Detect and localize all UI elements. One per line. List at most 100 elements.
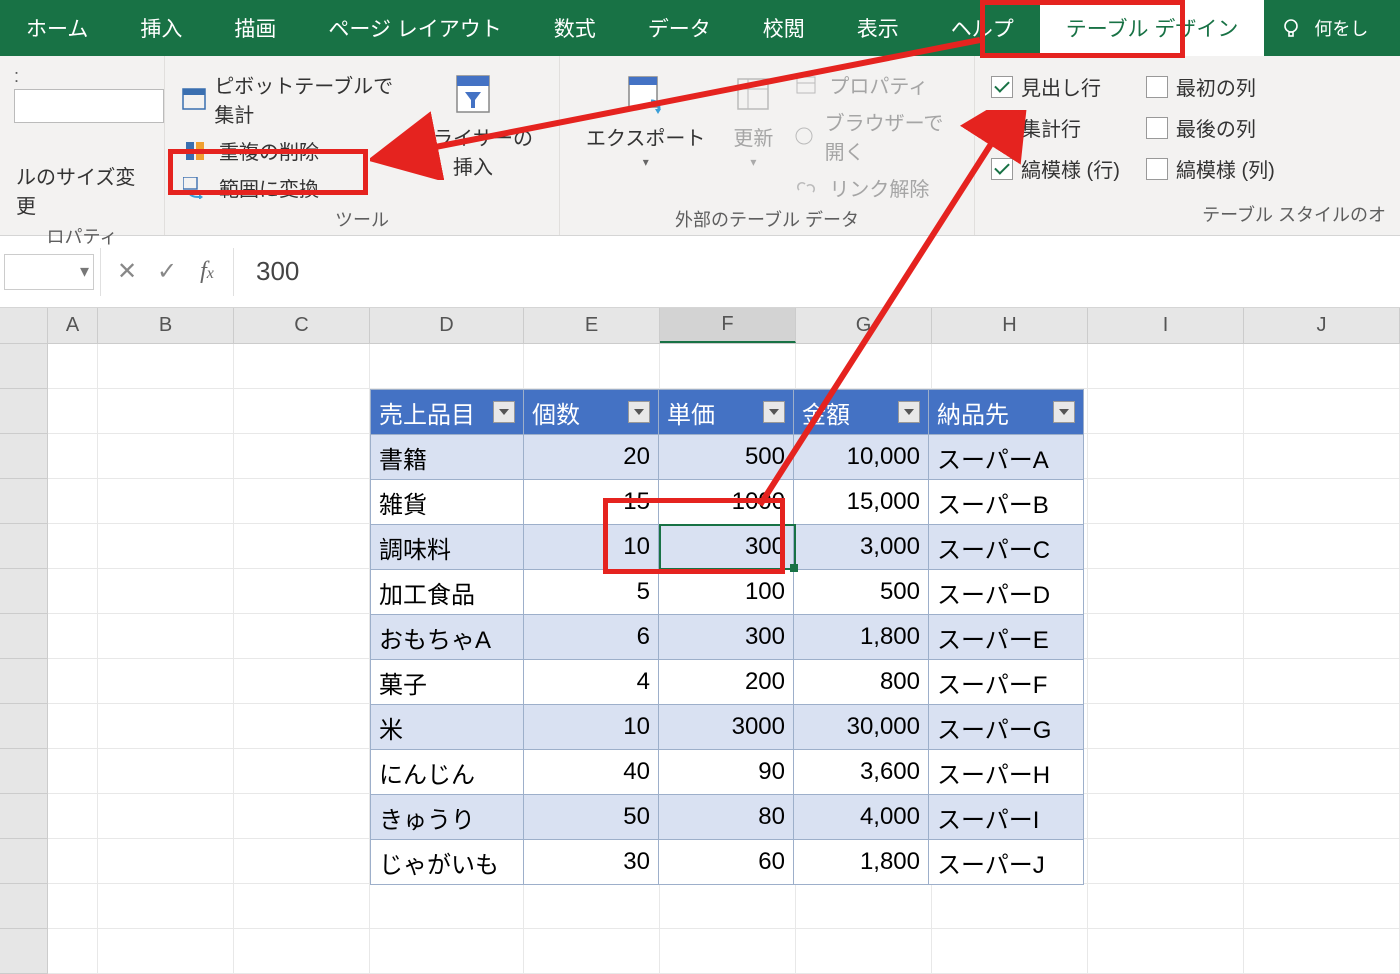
table-cell[interactable]: 800 bbox=[793, 659, 929, 705]
tab-home[interactable]: ホーム bbox=[0, 0, 114, 56]
col-header-C[interactable]: C bbox=[234, 308, 370, 343]
row-header[interactable] bbox=[0, 659, 48, 704]
table-cell[interactable]: 5 bbox=[523, 569, 659, 615]
cell[interactable] bbox=[370, 884, 524, 929]
table-cell[interactable]: スーパーJ bbox=[928, 839, 1084, 885]
row-header[interactable] bbox=[0, 929, 48, 974]
cell[interactable] bbox=[932, 929, 1088, 974]
cell[interactable] bbox=[234, 794, 370, 839]
row-header[interactable] bbox=[0, 749, 48, 794]
row-header[interactable] bbox=[0, 479, 48, 524]
table-cell[interactable]: 4,000 bbox=[793, 794, 929, 840]
table-cell[interactable]: 3,600 bbox=[793, 749, 929, 795]
export-button[interactable]: エクスポート ▾ bbox=[574, 66, 717, 206]
cell[interactable] bbox=[48, 704, 98, 749]
opt-banded-cols[interactable]: 縞模様 (列) bbox=[1144, 148, 1277, 189]
table-cell[interactable]: スーパーI bbox=[928, 794, 1084, 840]
cell[interactable] bbox=[98, 614, 234, 659]
table-cell[interactable]: おもちゃA bbox=[370, 614, 524, 660]
tab-draw[interactable]: 描画 bbox=[208, 0, 302, 56]
row-header[interactable] bbox=[0, 389, 48, 434]
cell[interactable] bbox=[48, 434, 98, 479]
cell[interactable] bbox=[234, 344, 370, 389]
cell[interactable] bbox=[98, 659, 234, 704]
cell[interactable] bbox=[98, 344, 234, 389]
table-cell[interactable]: 300 bbox=[658, 524, 794, 570]
table-cell[interactable]: スーパーC bbox=[928, 524, 1084, 570]
table-cell[interactable]: 20 bbox=[523, 434, 659, 480]
table-cell[interactable]: スーパーE bbox=[928, 614, 1084, 660]
cell[interactable] bbox=[48, 794, 98, 839]
cell[interactable] bbox=[932, 884, 1088, 929]
cell[interactable] bbox=[1088, 659, 1244, 704]
table-cell[interactable]: 1,800 bbox=[793, 839, 929, 885]
col-header-H[interactable]: H bbox=[932, 308, 1088, 343]
row-header[interactable] bbox=[0, 344, 48, 389]
col-header-E[interactable]: E bbox=[524, 308, 660, 343]
cell[interactable] bbox=[1244, 749, 1400, 794]
cell[interactable] bbox=[98, 389, 234, 434]
cell[interactable] bbox=[1088, 839, 1244, 884]
cell[interactable] bbox=[48, 659, 98, 704]
cell[interactable] bbox=[234, 884, 370, 929]
cell[interactable] bbox=[1244, 479, 1400, 524]
table-header[interactable]: 個数 bbox=[523, 389, 659, 435]
cell[interactable] bbox=[1088, 929, 1244, 974]
select-all-corner[interactable] bbox=[0, 308, 48, 343]
cell[interactable] bbox=[48, 569, 98, 614]
table-name-input[interactable] bbox=[14, 89, 164, 123]
table-cell[interactable]: 雑貨 bbox=[370, 479, 524, 525]
cell[interactable] bbox=[48, 839, 98, 884]
cell[interactable] bbox=[234, 929, 370, 974]
cell[interactable] bbox=[1244, 929, 1400, 974]
cell[interactable] bbox=[370, 344, 524, 389]
cell[interactable] bbox=[932, 344, 1088, 389]
cancel-formula[interactable]: ✕ bbox=[107, 257, 147, 286]
col-header-G[interactable]: G bbox=[796, 308, 932, 343]
tell-me[interactable]: 何をし bbox=[1264, 15, 1382, 41]
summarize-pivot[interactable]: ピボットテーブルで集計 bbox=[179, 66, 401, 132]
cell[interactable] bbox=[234, 839, 370, 884]
table-header[interactable]: 単価 bbox=[658, 389, 794, 435]
table-cell[interactable]: 3000 bbox=[658, 704, 794, 750]
cell[interactable] bbox=[48, 749, 98, 794]
table-cell[interactable]: 40 bbox=[523, 749, 659, 795]
cell[interactable] bbox=[98, 704, 234, 749]
cell[interactable] bbox=[1088, 614, 1244, 659]
name-box[interactable]: ▾ bbox=[4, 254, 94, 290]
table-header[interactable]: 納品先 bbox=[928, 389, 1084, 435]
col-header-F[interactable]: F bbox=[660, 308, 796, 343]
cell[interactable] bbox=[98, 929, 234, 974]
tab-data[interactable]: データ bbox=[622, 0, 737, 56]
cell[interactable] bbox=[1244, 569, 1400, 614]
enter-formula[interactable]: ✓ bbox=[147, 257, 187, 286]
tab-view[interactable]: 表示 bbox=[831, 0, 925, 56]
cell[interactable] bbox=[48, 344, 98, 389]
cell[interactable] bbox=[98, 884, 234, 929]
cell[interactable] bbox=[1244, 344, 1400, 389]
cell[interactable] bbox=[1088, 794, 1244, 839]
remove-duplicates[interactable]: 重複の削除 bbox=[179, 132, 401, 169]
cell[interactable] bbox=[1244, 704, 1400, 749]
filter-dropdown-icon[interactable] bbox=[1053, 401, 1075, 423]
cell[interactable] bbox=[660, 344, 796, 389]
cell[interactable] bbox=[1088, 434, 1244, 479]
cell[interactable] bbox=[1244, 839, 1400, 884]
convert-to-range[interactable]: 範囲に変換 bbox=[179, 169, 401, 206]
table-cell[interactable]: 4 bbox=[523, 659, 659, 705]
table-cell[interactable]: 調味料 bbox=[370, 524, 524, 570]
table-cell[interactable]: スーパーG bbox=[928, 704, 1084, 750]
table-cell[interactable]: 30 bbox=[523, 839, 659, 885]
table-cell[interactable]: 1000 bbox=[658, 479, 794, 525]
cell[interactable] bbox=[98, 524, 234, 569]
row-header[interactable] bbox=[0, 884, 48, 929]
table-cell[interactable]: 15 bbox=[523, 479, 659, 525]
opt-total-row[interactable]: 集計行 bbox=[989, 107, 1122, 148]
cell[interactable] bbox=[1244, 389, 1400, 434]
col-header-B[interactable]: B bbox=[98, 308, 234, 343]
table-cell[interactable]: にんじん bbox=[370, 749, 524, 795]
opt-first-col[interactable]: 最初の列 bbox=[1144, 66, 1277, 107]
cell[interactable] bbox=[234, 704, 370, 749]
table-cell[interactable]: きゅうり bbox=[370, 794, 524, 840]
cell[interactable] bbox=[796, 344, 932, 389]
